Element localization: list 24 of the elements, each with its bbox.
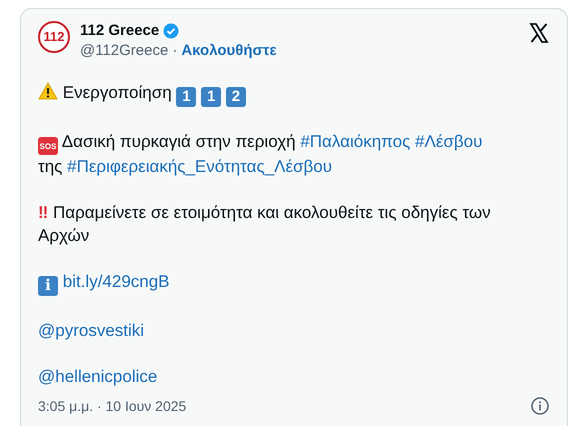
x-logo-icon[interactable] [529, 23, 549, 43]
tweet-text: Ενεργοποίηση 1 1 2 [38, 81, 549, 106]
tweet-text: ‼ Παραμείνετε σε ετοιμότητα και ακολουθείτε τις οδηγίες των Αρχών [38, 202, 492, 247]
author-handle: @112Greece [80, 41, 168, 61]
follow-link[interactable]: Ακολουθήστε [181, 41, 277, 61]
keycap-badge: 1 [176, 86, 196, 106]
tweet-link[interactable]: @hellenicpolice [38, 366, 158, 386]
double-exclamation-mark: ‼ [38, 203, 48, 222]
tweet-link[interactable]: #Λέσβου [415, 132, 482, 150]
author-name: 112 Greece [80, 21, 160, 41]
timestamp[interactable]: 3:05 μ.μ. · 10 Ιουν 2025 [38, 396, 186, 416]
warning-icon [38, 82, 58, 100]
tweet-link[interactable]: #Περιφερειακής_Ενότητας_Λέσβου [67, 157, 332, 176]
tweet-link[interactable]: bit.ly/429cngB [62, 272, 170, 291]
info-icon[interactable] [531, 397, 549, 415]
keycap-badge: 2 [226, 86, 246, 106]
tweet-text: SOS Δασική πυρκαγιά στην περιοχή #Παλαιόκηπος #Λέσβου της #Περιφερειακής_Ενότητας_Λέσβου [38, 130, 484, 178]
tweet-link[interactable]: #Παλαιόκηπος [300, 132, 410, 150]
keycap-badge: 1 [201, 86, 222, 106]
avatar: 112 [38, 21, 70, 53]
separator: · [172, 41, 178, 61]
info-badge: i [38, 276, 58, 296]
tweet-link[interactable]: @pyrosvestiki [38, 320, 144, 340]
sos-badge: SOS [38, 137, 58, 155]
